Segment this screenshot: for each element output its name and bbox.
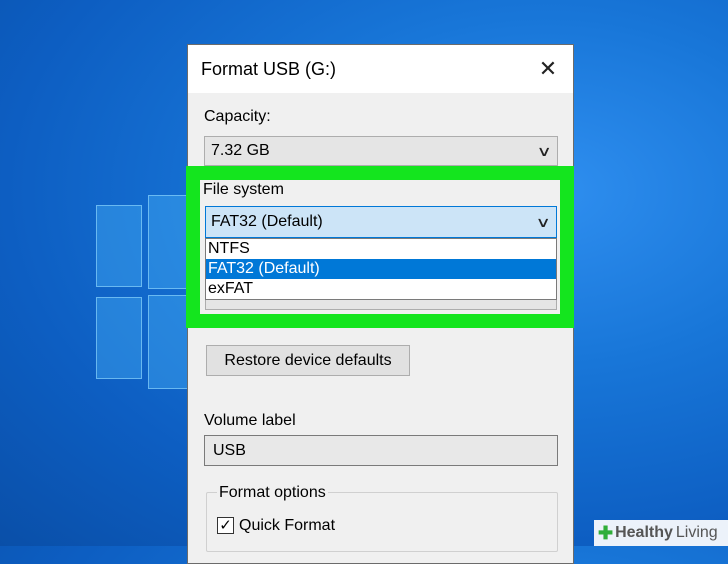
- capacity-label: Capacity:: [204, 108, 271, 125]
- capacity-value: 7.32 GB: [211, 142, 270, 159]
- chevron-down-icon: ∨: [536, 142, 552, 159]
- watermark-bold: Healthy: [615, 524, 673, 541]
- file-system-dropdown-list: NTFS FAT32 (Default) exFAT: [205, 238, 557, 300]
- option-exfat[interactable]: exFAT: [206, 279, 556, 299]
- quick-format-label: Quick Format: [239, 517, 336, 534]
- checkmark-icon: ✓: [219, 517, 232, 534]
- chevron-down-icon: ∨: [535, 213, 551, 230]
- allocation-unit-select[interactable]: [205, 300, 557, 310]
- option-fat32[interactable]: FAT32 (Default): [206, 259, 556, 279]
- watermark: ✚ Healthy Living: [594, 520, 728, 546]
- file-system-label: File system: [203, 181, 284, 198]
- file-system-select[interactable]: FAT32 (Default) ∨: [205, 206, 557, 238]
- restore-defaults-button[interactable]: Restore device defaults: [206, 345, 410, 376]
- file-system-selected-value: FAT32 (Default): [211, 213, 323, 230]
- volume-label-input[interactable]: USB: [204, 435, 558, 466]
- watermark-light: Living: [675, 524, 718, 541]
- capacity-select[interactable]: 7.32 GB ∨: [204, 136, 558, 166]
- option-ntfs[interactable]: NTFS: [206, 239, 556, 259]
- plus-icon: ✚: [598, 522, 614, 543]
- quick-format-checkbox[interactable]: ✓: [217, 517, 234, 534]
- volume-label-heading: Volume label: [204, 412, 296, 429]
- close-icon[interactable]: ✕: [535, 56, 561, 82]
- format-options-legend: Format options: [217, 484, 328, 502]
- title-bar: Format USB (G:) ✕: [188, 45, 573, 93]
- dialog-title: Format USB (G:): [201, 58, 337, 79]
